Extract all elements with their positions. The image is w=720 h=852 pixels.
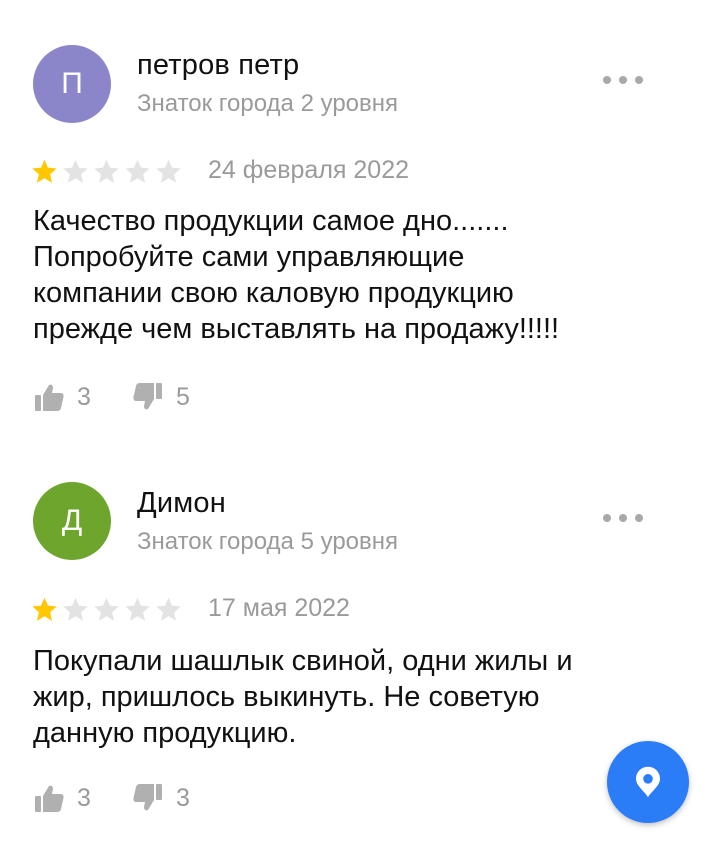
star-empty-icon [125,597,150,621]
like-count: 3 [77,382,91,411]
dislike-button[interactable]: 3 [132,782,190,814]
like-button[interactable]: 3 [33,782,91,814]
dislike-count: 3 [176,783,190,812]
map-pin-icon [636,766,660,798]
author-name[interactable]: петров петр [137,49,299,82]
dislike-count: 5 [176,382,190,411]
star-empty-icon [125,159,150,183]
more-dots-icon [603,76,611,84]
review-text: Покупали шашлык свиной, одни жилы и жир,… [33,645,573,749]
more-options-button[interactable] [603,512,643,524]
star-filled-icon [32,159,57,183]
like-button[interactable]: 3 [33,381,91,413]
rating-stars [31,158,182,185]
dislike-button[interactable]: 5 [132,381,190,413]
more-dot [619,76,627,84]
star-empty-icon [156,597,181,621]
review-text: Качество продукции самое дно....... Попр… [33,205,560,345]
more-dot [635,514,643,522]
avatar[interactable]: П [33,45,111,123]
star-filled-icon [32,597,57,621]
star-empty-icon [94,159,119,183]
author-level: Знаток города 2 уровня [137,90,399,117]
more-dot [619,514,627,522]
star-empty-icon [94,597,119,621]
more-options-button[interactable] [603,74,643,86]
review-date: 24 февраля 2022 [208,156,410,184]
thumbs-up-icon [35,384,64,411]
thumbs-down-icon [133,784,162,811]
map-pin-button[interactable] [607,741,689,823]
more-dot [635,76,643,84]
review-date: 17 мая 2022 [208,594,350,622]
author-level: Знаток города 5 уровня [137,528,399,555]
avatar[interactable]: Д [33,482,111,560]
star-empty-icon [156,159,181,183]
author-name[interactable]: Димон [137,487,226,520]
thumbs-up-icon [35,785,64,812]
more-dots-icon [603,514,611,522]
star-empty-icon [63,597,88,621]
thumbs-down-icon [133,383,162,410]
like-count: 3 [77,783,91,812]
rating-stars [31,596,182,623]
star-empty-icon [63,159,88,183]
